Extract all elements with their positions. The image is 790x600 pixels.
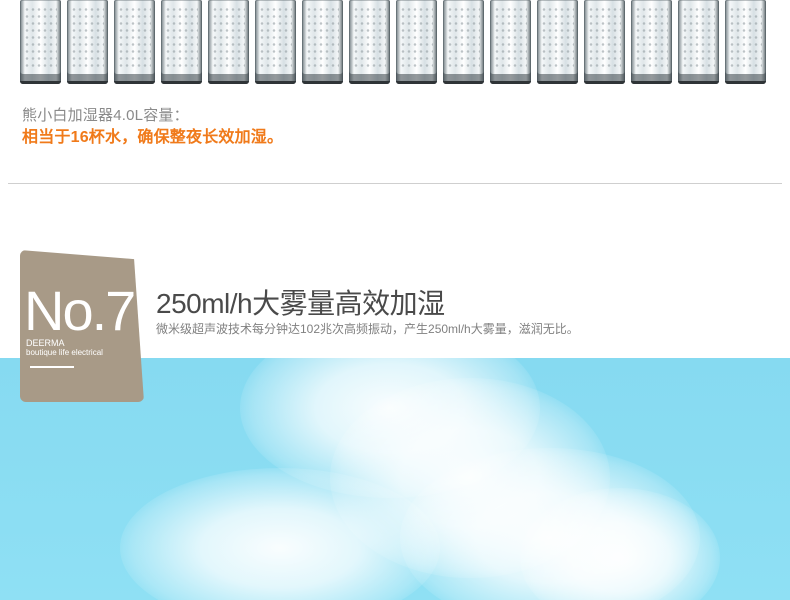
water-glass [349,0,390,84]
water-glass [302,0,343,84]
water-glass [67,0,108,84]
feature-description: 微米级超声波技术每分钟达102兆次高频振动，产生250ml/h大雾量，滋润无比。 [156,322,579,336]
water-glass [255,0,296,84]
section-divider [8,183,782,184]
badge-underline [30,366,74,368]
water-glass [20,0,61,84]
brand-tagline: boutique life electrical [26,348,103,357]
capacity-caption: 熊小白加湿器4.0L容量： [22,107,189,124]
water-glass [631,0,672,84]
water-glass [537,0,578,84]
water-glass [114,0,155,84]
water-glass [584,0,625,84]
feature-number-badge: No.7 DEERMA boutique life electrical [20,250,144,402]
water-glass [208,0,249,84]
water-glass [161,0,202,84]
feature-title: 250ml/h大雾量高效加湿 [156,288,445,319]
water-glass [678,0,719,84]
brand-name: DEERMA [26,338,65,348]
feature-number: No.7 [24,279,136,342]
water-glass [490,0,531,84]
water-glass [725,0,766,84]
water-glasses-row [20,0,790,86]
water-glass [443,0,484,84]
water-glass [396,0,437,84]
capacity-highlight: 相当于16杯水，确保整夜长效加湿。 [22,129,284,146]
